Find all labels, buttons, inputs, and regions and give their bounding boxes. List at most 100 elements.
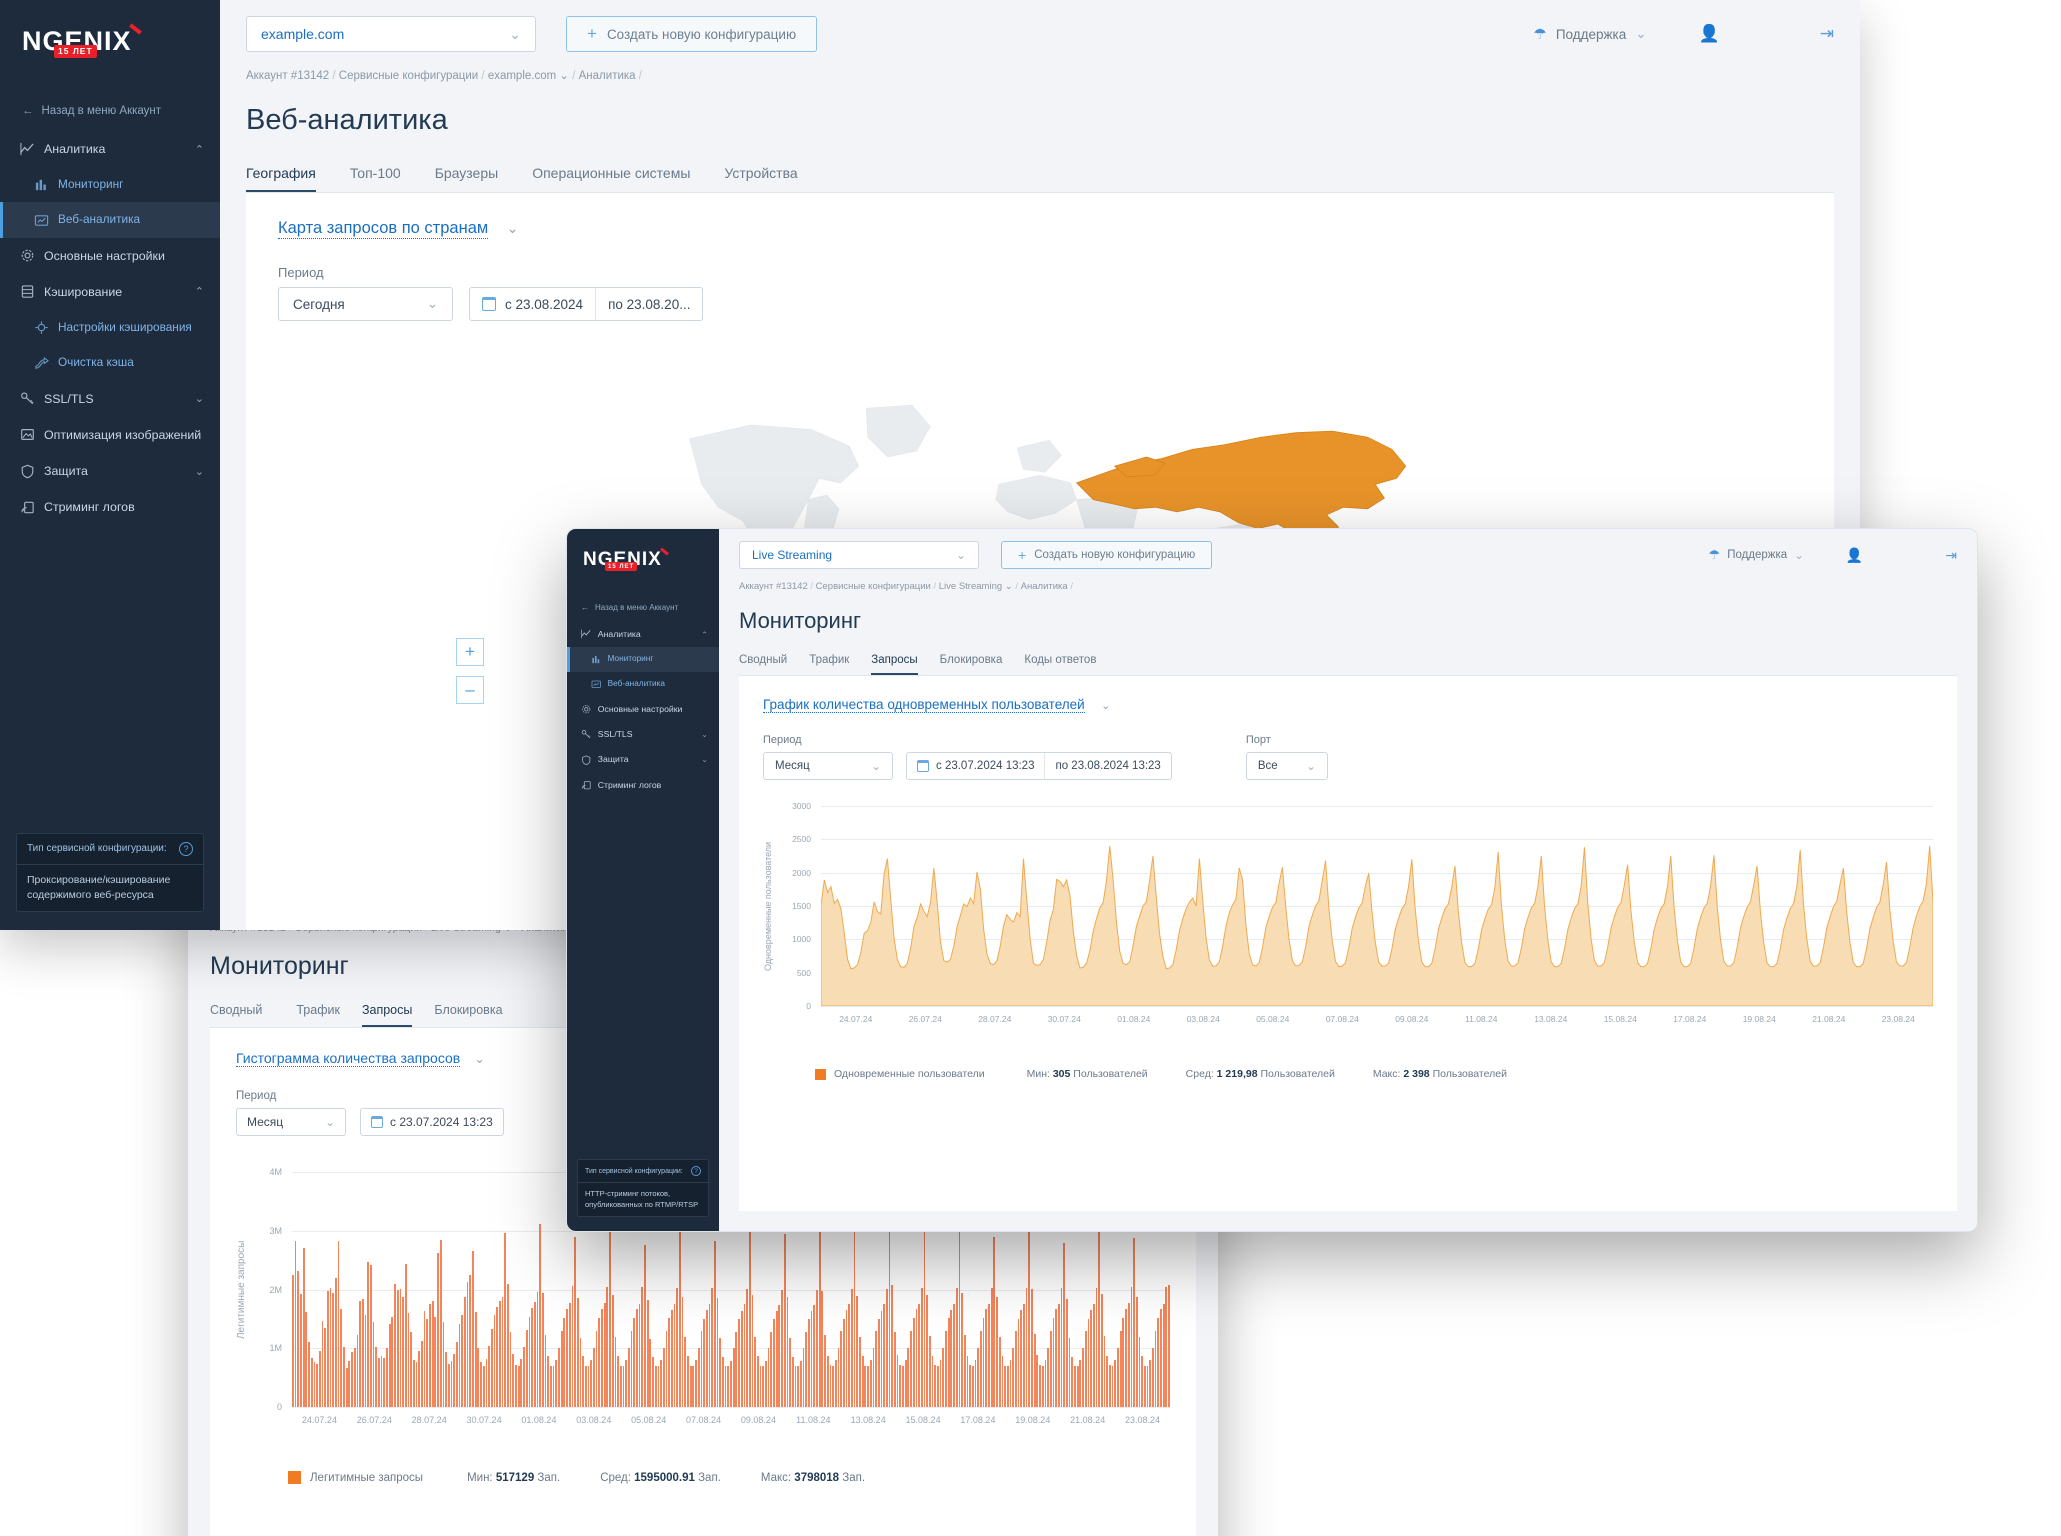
sidebar-item-9[interactable]: Защита ⌄ bbox=[0, 453, 220, 489]
bar bbox=[1079, 1360, 1082, 1407]
map-zoom-in-button[interactable]: + bbox=[456, 638, 484, 666]
bar bbox=[996, 1297, 998, 1407]
help-icon[interactable]: ? bbox=[179, 841, 193, 856]
period-select-1[interactable]: Сегодня ⌄ bbox=[278, 287, 453, 321]
tab-top100[interactable]: Топ-100 bbox=[350, 157, 401, 192]
bar-chart-icon bbox=[34, 177, 49, 192]
bar bbox=[1103, 1335, 1106, 1407]
sidebar-item-6[interactable]: Очистка кэша bbox=[0, 345, 220, 380]
help-icon[interactable]: ? bbox=[691, 1166, 701, 1176]
bar bbox=[1066, 1298, 1068, 1407]
sidebar-item-3[interactable]: Основные настройки bbox=[567, 697, 719, 722]
chart-card-2: График количества одновременных пользова… bbox=[739, 676, 1957, 1211]
breadcrumb-2[interactable]: Аккаунт #13142 / Сервисные конфигурации … bbox=[719, 569, 1977, 592]
legend-label-2: Одновременные пользователи bbox=[834, 1068, 985, 1080]
tab-blokirovka-2[interactable]: Блокировка bbox=[940, 648, 1003, 675]
sidebar-item-2[interactable]: Веб-аналитика bbox=[567, 672, 719, 697]
sidebar-item-4[interactable]: SSL/TLS ⌄ bbox=[567, 722, 719, 747]
sidebar-item-5[interactable]: Защита ⌄ bbox=[567, 747, 719, 772]
tab-bar-1[interactable]: География Топ-100 Браузеры Операционные … bbox=[246, 157, 1834, 193]
sidebar-item-0[interactable]: Аналитика ⌃ bbox=[567, 622, 719, 647]
bar bbox=[778, 1304, 781, 1407]
create-config-button-2[interactable]: + Создать новую конфигурацию bbox=[1001, 541, 1213, 569]
user-icon[interactable]: 👤 bbox=[1846, 547, 1863, 564]
tab-ustroystva[interactable]: Устройства bbox=[724, 157, 797, 192]
map-zoom-out-button[interactable]: – bbox=[456, 676, 484, 704]
bar bbox=[851, 1288, 853, 1407]
tab-bar-2[interactable]: Сводный Трафик Запросы Блокировка Коды о… bbox=[739, 648, 1957, 676]
bar bbox=[343, 1346, 345, 1407]
bar bbox=[1028, 1202, 1031, 1407]
date-range-3[interactable]: с 23.07.2024 13:23 bbox=[360, 1108, 504, 1136]
tab-trafik-3[interactable]: Трафик bbox=[296, 997, 340, 1027]
sidebar-item-5[interactable]: Настройки кэширования bbox=[0, 310, 220, 345]
tab-trafik-2[interactable]: Трафик bbox=[809, 648, 849, 675]
bar bbox=[308, 1342, 310, 1407]
sidebar-1[interactable]: NGENIX 15 ЛЕТ ← Назад в меню Аккаунт Ана… bbox=[0, 0, 220, 930]
sidebar-back-2[interactable]: ← Назад в меню Аккаунт bbox=[567, 603, 719, 612]
bar bbox=[1025, 1288, 1028, 1407]
config-select-2[interactable]: Live Streaming ⌄ bbox=[739, 541, 979, 569]
bar bbox=[920, 1287, 923, 1407]
date-range-2[interactable]: с 23.07.2024 13:23 по 23.08.2024 13:23 bbox=[906, 752, 1172, 780]
tab-svodny-2[interactable]: Сводный bbox=[739, 648, 787, 675]
period-select-3[interactable]: Месяц ⌄ bbox=[236, 1108, 346, 1136]
tab-geografiya[interactable]: География bbox=[246, 157, 316, 192]
period-select-2[interactable]: Месяц ⌄ bbox=[763, 752, 893, 780]
sidebar-item-8[interactable]: Оптимизация изображений bbox=[0, 417, 220, 453]
widget-title-3[interactable]: Гистограмма количества запросов bbox=[236, 1050, 461, 1067]
tab-svodny-3[interactable]: Сводный bbox=[210, 997, 276, 1027]
bar bbox=[713, 1241, 716, 1407]
bar bbox=[601, 1309, 603, 1407]
window-monitoring-concurrent-users[interactable]: NGENIX 15 ЛЕТ ← Назад в меню Аккаунт Ана… bbox=[566, 528, 1978, 1232]
sidebar-item-0[interactable]: Аналитика ⌃ bbox=[0, 131, 220, 167]
support-menu-1[interactable]: ☂ Поддержка ⌄ bbox=[1533, 25, 1646, 43]
chart3-legend: Легитимные запросы Мин: 517129 Зап. Сред… bbox=[288, 1471, 1170, 1484]
widget-title-2[interactable]: График количества одновременных пользова… bbox=[763, 697, 1085, 713]
create-config-button-1[interactable]: + Создать новую конфигурацию bbox=[566, 16, 818, 52]
bar bbox=[625, 1360, 628, 1407]
chevron-down-icon[interactable]: ⌄ bbox=[507, 220, 519, 236]
tab-zaprosy-2[interactable]: Запросы bbox=[871, 648, 918, 675]
sidebar-2[interactable]: NGENIX 15 ЛЕТ ← Назад в меню Аккаунт Ана… bbox=[567, 529, 719, 1231]
sidebar-nav-2[interactable]: Аналитика ⌃ Мониторинг Веб-аналитика Основны… bbox=[567, 622, 719, 1159]
user-icon[interactable]: 👤 bbox=[1699, 24, 1720, 44]
support-menu-2[interactable]: ☂ Поддержка ⌄ bbox=[1709, 547, 1804, 563]
config-select-1[interactable]: example.com ⌄ bbox=[246, 16, 536, 52]
sidebar-item-10[interactable]: Стриминг логов bbox=[0, 489, 220, 525]
sidebar-item-2[interactable]: Веб-аналитика bbox=[0, 202, 220, 238]
bar bbox=[1055, 1309, 1058, 1407]
bar bbox=[404, 1264, 407, 1407]
sidebar-item-6[interactable]: Стриминг логов bbox=[567, 773, 719, 798]
tab-kody-otvetov-2[interactable]: Коды ответов bbox=[1024, 648, 1096, 675]
sidebar-item-label: Мониторинг bbox=[607, 654, 654, 664]
web-analytics-icon bbox=[34, 213, 49, 228]
logout-icon[interactable]: ⇥ bbox=[1820, 24, 1834, 44]
bar bbox=[805, 1331, 808, 1407]
bar bbox=[947, 1318, 950, 1407]
tab-zaprosy-3[interactable]: Запросы bbox=[361, 997, 413, 1027]
sidebar-nav-1[interactable]: Аналитика ⌃ Мониторинг Веб-аналитика Основны… bbox=[0, 131, 220, 833]
sidebar-item-4[interactable]: Кэширование ⌃ bbox=[0, 274, 220, 310]
port-select-2[interactable]: Все ⌄ bbox=[1245, 752, 1328, 780]
bar bbox=[439, 1239, 442, 1407]
sidebar-item-7[interactable]: SSL/TLS ⌄ bbox=[0, 381, 220, 417]
sidebar-item-1[interactable]: Мониторинг bbox=[567, 647, 719, 673]
date-range-1[interactable]: с 23.08.2024 по 23.08.20... bbox=[469, 287, 704, 321]
tab-brauzery[interactable]: Браузеры bbox=[435, 157, 499, 192]
logout-icon[interactable]: ⇥ bbox=[1945, 547, 1957, 564]
map-zoom-controls[interactable]: + – bbox=[456, 638, 484, 704]
tab-os[interactable]: Операционные системы bbox=[532, 157, 690, 192]
bar bbox=[842, 1318, 845, 1407]
widget-title-1[interactable]: Карта запросов по странам bbox=[278, 219, 489, 239]
bar bbox=[552, 1366, 555, 1407]
tab-blokirovka-3[interactable]: Блокировка bbox=[434, 997, 502, 1027]
chevron-down-icon[interactable]: ⌄ bbox=[1101, 700, 1110, 712]
bar bbox=[455, 1342, 458, 1407]
bar bbox=[837, 1347, 840, 1407]
sidebar-item-1[interactable]: Мониторинг bbox=[0, 167, 220, 202]
sidebar-item-3[interactable]: Основные настройки bbox=[0, 238, 220, 274]
sidebar-back-1[interactable]: ← Назад в меню Аккаунт bbox=[0, 105, 220, 117]
breadcrumb-1[interactable]: Аккаунт #13142 / Сервисные конфигурации … bbox=[220, 52, 1860, 82]
chevron-down-icon[interactable]: ⌄ bbox=[475, 1052, 485, 1066]
